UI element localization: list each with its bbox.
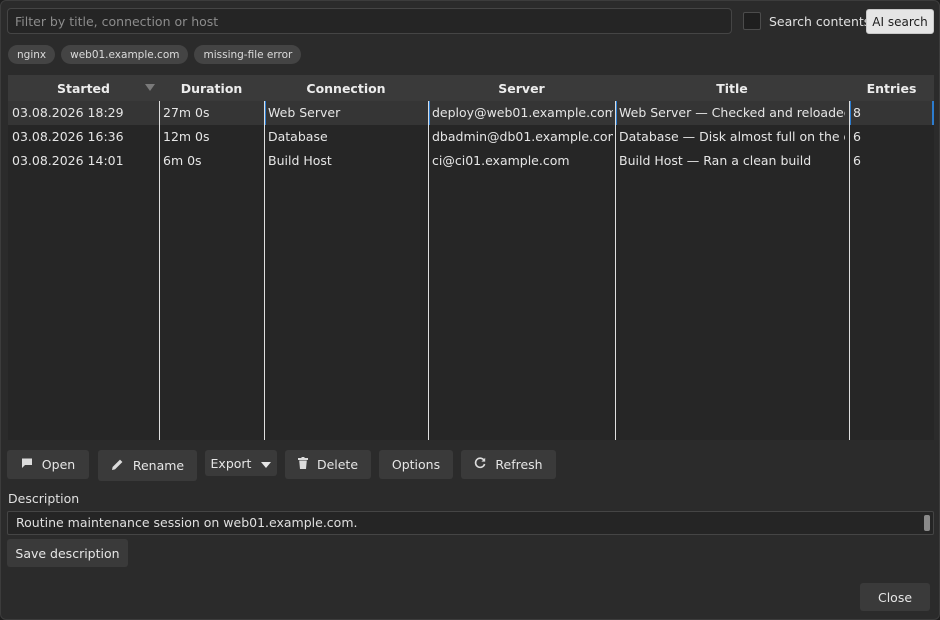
sort-descending-icon [145,84,155,91]
table-row[interactable]: 03.08.2026 14:01 6m 0s Build Host ci@ci0… [8,149,934,173]
description-label: Description [8,491,80,506]
export-label: Export [210,455,252,471]
search-contents-label: Search contents [769,13,871,29]
rename-button[interactable]: Rename [98,450,197,481]
column-header-started[interactable]: Started [8,75,159,101]
table-row[interactable]: 03.08.2026 16:36 12m 0s Database dbadmin… [8,125,934,149]
column-header-entries[interactable]: Entries [849,75,934,101]
cell-connection: Build Host [268,153,332,168]
refresh-icon [474,457,486,472]
cell-entries: 8 [853,105,861,120]
column-divider [159,101,160,440]
trash-icon [297,457,308,472]
cell-connection: Web Server [268,105,341,120]
cell-duration: 12m 0s [163,129,210,144]
description-field[interactable]: Routine maintenance session on web01.exa… [7,511,934,535]
cell-duration: 6m 0s [163,153,202,168]
column-header-connection[interactable]: Connection [264,75,428,101]
cell-title: Web Server — Checked and reloaded n... [619,105,845,120]
table-row[interactable]: 03.08.2026 18:29 27m 0s Web Server deplo… [8,101,934,125]
tag-chip[interactable]: nginx [8,45,56,64]
column-header-title[interactable]: Title [615,75,849,101]
table-header: Started Duration Connection Server Title… [8,75,934,101]
cell-connection: Database [268,129,328,144]
cell-title: Database — Disk almost full on the data … [619,129,845,144]
rename-label: Rename [132,458,185,473]
column-header-duration[interactable]: Duration [159,75,264,101]
description-scrollbar[interactable] [924,515,930,531]
tag-chip[interactable]: missing-file error [194,45,302,64]
session-history-dialog: Search contents AI search nginx web01.ex… [0,0,940,620]
cell-started: 03.08.2026 16:36 [12,129,124,144]
save-description-button[interactable]: Save description [7,539,128,567]
column-divider [428,101,429,440]
column-divider [615,101,616,440]
cell-started: 03.08.2026 14:01 [12,153,124,168]
close-button[interactable]: Close [860,583,930,611]
cell-started: 03.08.2026 18:29 [12,105,124,120]
cell-entries: 6 [853,153,861,168]
tag-chip[interactable]: web01.example.com [61,45,189,64]
open-button[interactable]: Open [7,450,89,479]
cell-server: dbadmin@db01.example.com [432,129,613,144]
cell-server: ci@ci01.example.com [432,153,570,168]
selection-marker [932,101,934,125]
options-button[interactable]: Options [379,450,453,479]
cell-duration: 27m 0s [163,105,210,120]
delete-button[interactable]: Delete [285,450,371,479]
column-divider [849,101,850,440]
search-contents-checkbox[interactable] [743,12,761,30]
ai-search-button[interactable]: AI search [866,9,934,34]
column-header-server[interactable]: Server [428,75,615,101]
filter-input[interactable] [7,8,732,34]
cell-entries: 6 [853,129,861,144]
tag-bar: nginx web01.example.com missing-file err… [8,45,302,64]
flag-icon [21,457,33,472]
pencil-icon [111,458,124,474]
export-dropdown[interactable]: Export [205,450,277,476]
cell-server: deploy@web01.example.com [432,105,613,120]
session-table: Started Duration Connection Server Title… [8,75,934,440]
column-divider [264,101,265,440]
delete-label: Delete [316,457,359,472]
refresh-button[interactable]: Refresh [461,450,556,479]
description-text: Routine maintenance session on web01.exa… [16,515,358,530]
open-label: Open [41,457,76,472]
refresh-label: Refresh [495,457,543,472]
search-contents-toggle[interactable]: Search contents [743,12,870,30]
chevron-down-icon [261,456,272,471]
cell-title: Build Host — Ran a clean build [619,153,812,168]
